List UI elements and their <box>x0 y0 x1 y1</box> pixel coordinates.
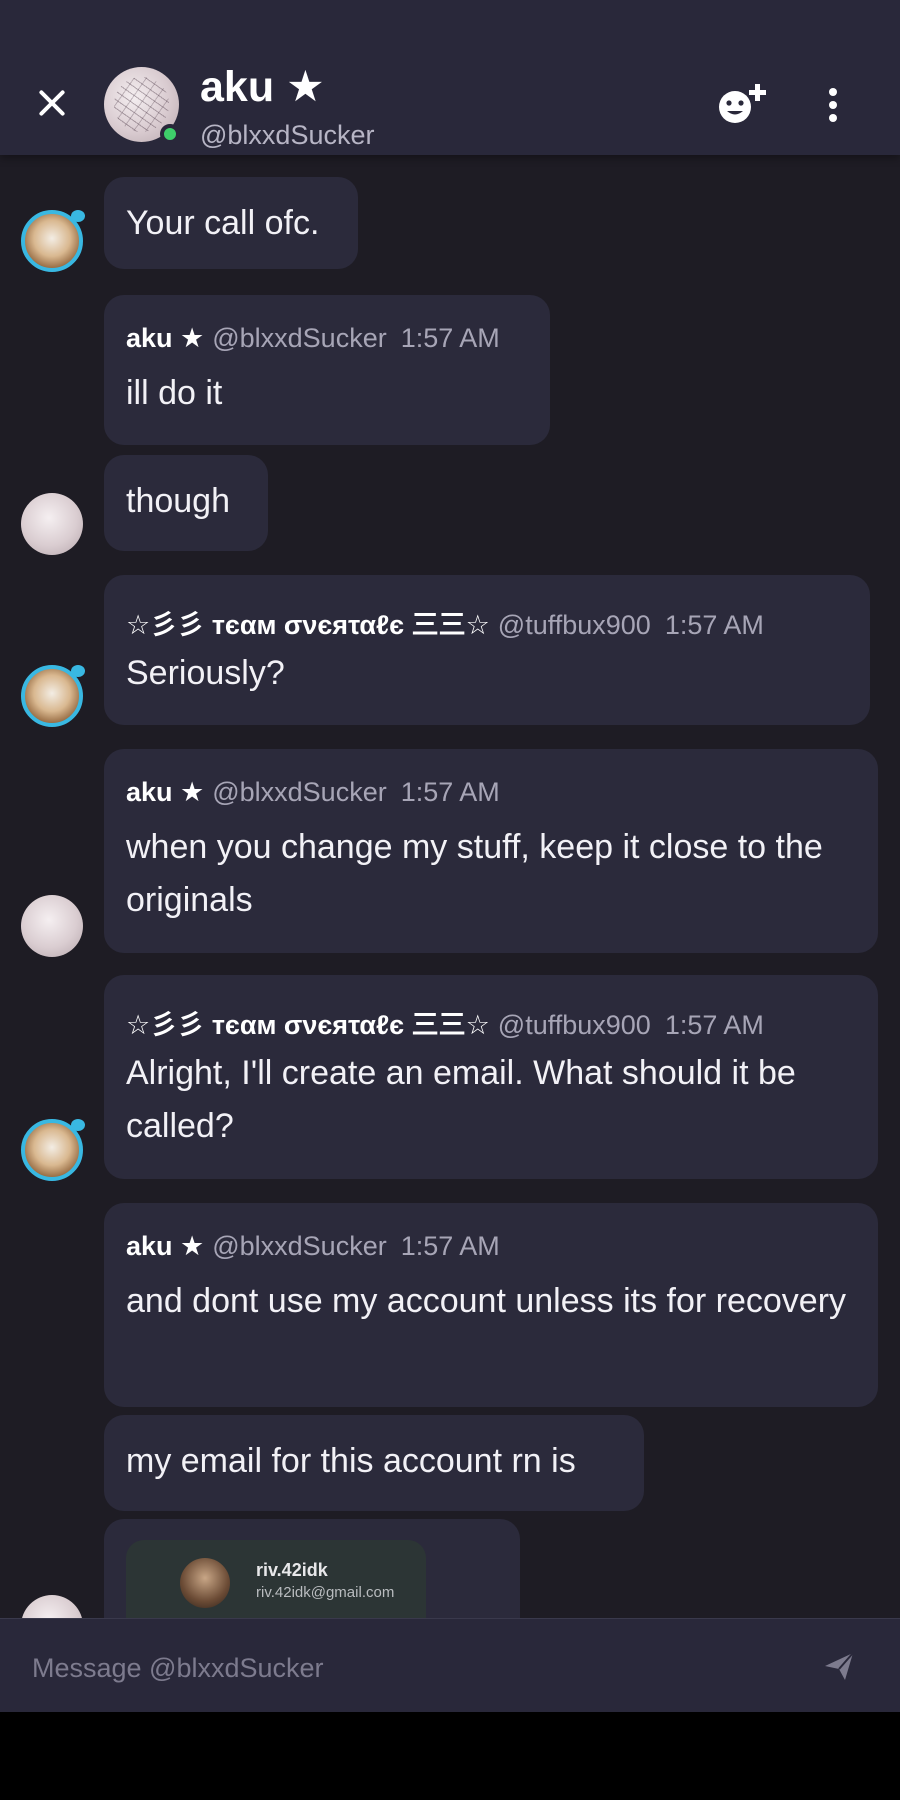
message-timestamp: 1:57 AM <box>400 1231 500 1261</box>
user-avatar[interactable] <box>21 895 83 957</box>
chat-header: aku ★ @blxxdSucker <box>0 0 900 155</box>
star-icon: ★ <box>286 63 325 111</box>
message-timestamp: 1:57 AM <box>664 610 764 640</box>
message-text: though <box>126 482 230 520</box>
contact-handle: @blxxdSucker <box>200 120 375 150</box>
user-avatar[interactable] <box>21 1595 83 1620</box>
message-text: Seriously? <box>126 654 285 692</box>
message-timestamp: 1:57 AM <box>400 777 500 807</box>
message-composer <box>0 1618 900 1713</box>
message-handle: @blxxdSucker <box>212 1231 387 1261</box>
message-bubble[interactable]: ☆彡彡 ᴛєαм σνєяταℓє 三三☆ @tuffbux900 1:57 AM … <box>104 975 878 1179</box>
message-handle: @blxxdSucker <box>212 777 387 807</box>
message-input[interactable] <box>30 1649 794 1687</box>
send-icon[interactable] <box>822 1649 856 1683</box>
account-name: riv.42idk <box>256 1560 328 1580</box>
message-text: when you change my stuff, keep it close … <box>126 828 823 919</box>
online-status-indicator <box>160 124 180 144</box>
user-avatar[interactable] <box>21 1119 85 1181</box>
message-bubble[interactable]: Your call ofc. <box>104 177 358 269</box>
message-timestamp: 1:57 AM <box>664 1010 764 1040</box>
message-text: Your call ofc. <box>126 204 320 242</box>
message-handle: @tuffbux900 <box>497 610 651 640</box>
account-email: riv.42idk@gmail.com <box>256 1584 395 1601</box>
user-avatar[interactable] <box>21 493 83 555</box>
message-author[interactable]: aku ★ <box>126 777 204 807</box>
message-list[interactable]: Your call ofc. aku ★ @blxxdSucker 1:57 AM … <box>0 135 900 1620</box>
message-text: Alright, I'll create an email. What shou… <box>126 1054 796 1145</box>
user-avatar[interactable] <box>21 665 85 727</box>
message-author[interactable]: aku ★ <box>126 323 204 353</box>
message-author[interactable]: ☆彡彡 ᴛєαм σνєяταℓє 三三☆ <box>126 610 490 640</box>
message-bubble[interactable]: ☆彡彡 ᴛєαм σνєяταℓє 三三☆ @tuffbux900 1:57 AM … <box>104 575 870 725</box>
message-text: ill do it <box>126 374 223 412</box>
add-friend-icon[interactable] <box>716 82 768 126</box>
message-text: and dont use my account unless its for r… <box>126 1282 847 1320</box>
message-author[interactable]: ☆彡彡 ᴛєαм σνєяταℓє 三三☆ <box>126 1010 490 1040</box>
message-bubble[interactable]: aku ★ @blxxdSucker 1:57 AM and dont use my… <box>104 1203 878 1407</box>
message-handle: @tuffbux900 <box>497 1010 651 1040</box>
message-bubble[interactable]: aku ★ @blxxdSucker 1:57 AM ill do it <box>104 295 550 445</box>
message-bubble[interactable]: though <box>104 455 268 551</box>
account-card-image[interactable]: riv.42idk riv.42idk@gmail.com <box>126 1540 426 1620</box>
contact-name: aku <box>200 63 275 111</box>
page-title[interactable]: aku ★ <box>200 62 325 112</box>
message-author[interactable]: aku ★ <box>126 1231 204 1261</box>
message-handle: @blxxdSucker <box>212 323 387 353</box>
message-text: my email for this account rn is <box>126 1442 576 1480</box>
close-icon[interactable] <box>33 84 71 122</box>
navigation-bar-area <box>0 1712 900 1800</box>
user-avatar[interactable] <box>21 210 85 272</box>
message-bubble[interactable]: aku ★ @blxxdSucker 1:57 AM when you change… <box>104 749 878 953</box>
message-timestamp: 1:57 AM <box>400 323 500 353</box>
account-avatar <box>180 1558 230 1608</box>
message-bubble[interactable]: my email for this account rn is <box>104 1415 644 1511</box>
more-vertical-icon[interactable] <box>820 88 846 122</box>
